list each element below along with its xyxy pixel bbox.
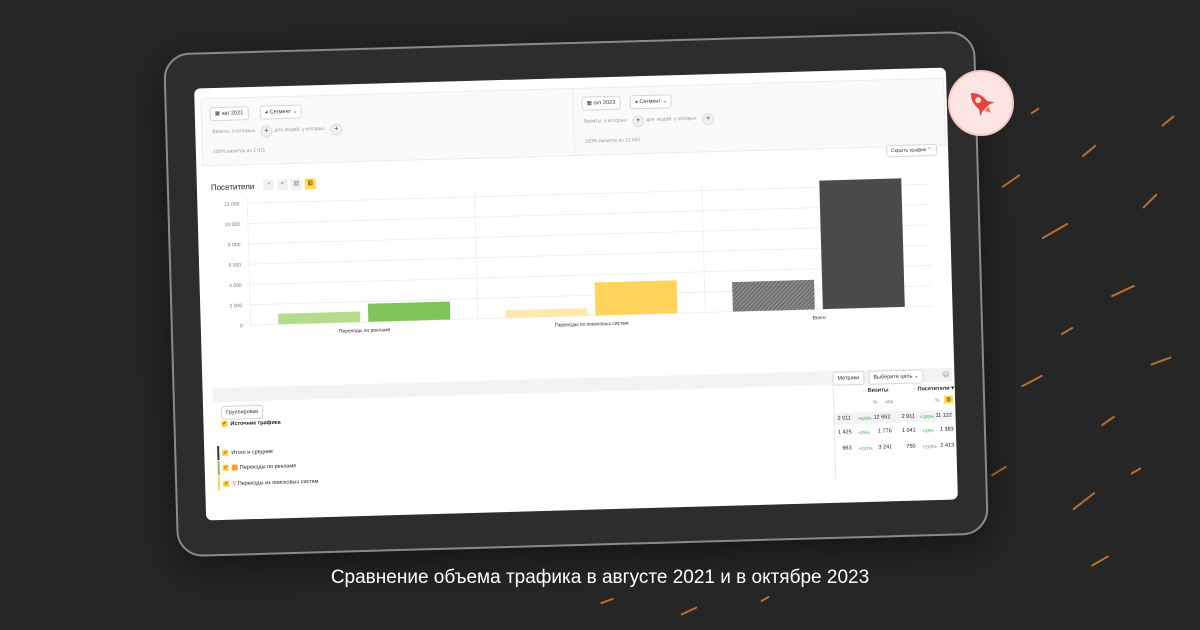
row-color-marker [217, 476, 221, 491]
table-row[interactable]: ✓ ⚲ Переходы из поисковых систем [223, 478, 319, 487]
col-pct-label: % [935, 397, 940, 405]
checkbox-icon[interactable]: ✓ [221, 420, 228, 427]
y-tick-label: 8 000 [228, 242, 241, 248]
hide-chart-button[interactable]: Скрыть график ⌃ [885, 143, 937, 158]
y-tick-label: 10 000 [225, 222, 241, 228]
metrica-screen: ▦ авг 2021 ◕ Сегмент ⌄ Визиты, в которых… [194, 67, 958, 521]
col-visitors-header[interactable]: ○ Посетители ▾ [913, 385, 954, 392]
row-visits-pct: +237% [858, 445, 873, 452]
ads-icon [231, 464, 238, 471]
column-divider [832, 384, 837, 480]
segment-panel-left: ▦ авг 2021 ◕ Сегмент ⌄ Визиты, в которых… [200, 87, 577, 167]
row-color-marker [217, 461, 220, 476]
table-row[interactable]: ✓ Итого и средние [222, 449, 273, 457]
checkbox-icon[interactable]: ✓ [223, 480, 230, 487]
bar-chart-toggle-icon[interactable]: ▥ [304, 178, 316, 190]
row-visitors-b: 2 413 [940, 442, 955, 449]
bar-2-b[interactable] [819, 178, 905, 310]
visits-condition-label: Визиты, в которых [584, 117, 627, 125]
bar-1-a[interactable] [505, 308, 588, 318]
segment-dropdown-left[interactable]: ◕ Сегмент ⌄ [259, 104, 303, 120]
checkbox-icon[interactable]: ✓ [222, 464, 229, 471]
sort-desc-icon: ▾ [949, 385, 955, 392]
row-visits-b: 1 776 [877, 428, 892, 435]
chevron-up-icon: ⌃ [925, 147, 932, 154]
chevron-down-icon: ⌄ [660, 98, 668, 105]
rocket-icon [971, 93, 995, 117]
people-condition-label: для людей, у которых [274, 125, 325, 134]
chevron-down-icon: ⌄ [912, 373, 919, 380]
row-visits-a: 1 425 [837, 429, 852, 436]
goal-select[interactable]: Выберите цель ⌄ [868, 369, 924, 385]
row-visitors-b: 1 383 [939, 426, 954, 433]
bar-0-b[interactable] [367, 301, 451, 322]
gridline [701, 184, 706, 313]
abs-toggle-icon[interactable]: ▥ [943, 395, 954, 404]
add-people-condition-button[interactable]: + [330, 123, 343, 136]
y-tick-label: 2 000 [230, 303, 243, 309]
add-visits-condition-button[interactable]: + [632, 115, 645, 128]
groupings-button[interactable]: Группировки [220, 404, 264, 420]
row-color-marker [217, 446, 220, 461]
tablet-frame: ▦ авг 2021 ◕ Сегмент ⌄ Визиты, в которых… [163, 30, 989, 558]
x-category-label: Переходы по рекламе [339, 327, 391, 334]
row-visitors-pct: +33% [921, 428, 934, 434]
col-visits-header[interactable]: ○ Визиты [863, 387, 889, 394]
x-category-label: Переходы из поисковых систем [555, 321, 629, 329]
source-header: ✓ Источник трафика [221, 419, 281, 428]
percent-visits-text: 100% визитов из 2 011 [212, 147, 266, 156]
y-tick-label: 0 [240, 323, 243, 329]
bar-1-b[interactable] [594, 280, 678, 316]
row-visits-b: 3 241 [878, 444, 893, 451]
bar-2-a[interactable] [732, 279, 815, 312]
people-condition-label: для людей, у которых [646, 115, 697, 123]
row-visits-pct: +25% [857, 429, 870, 436]
total-visitors-b: 11 122 [935, 412, 953, 420]
caption: Сравнение объема трафика в августе 2021 … [330, 567, 870, 588]
total-visits-pct: +529% [857, 415, 872, 422]
y-tick-label: 12 000 [224, 201, 240, 207]
metrics-button[interactable]: Метрики [832, 370, 865, 386]
total-visits-b: 12 652 [873, 414, 891, 421]
visits-condition-label: Визиты, в которых [212, 127, 256, 136]
segment-dropdown-right[interactable]: ◕ Сегмент ⌄ [629, 94, 673, 110]
percent-visits-text: 100% визитов из 12 652 [584, 137, 641, 145]
gridline [246, 197, 252, 326]
col-pct-label: % [873, 399, 878, 406]
date-picker-left[interactable]: ▦ авг 2021 [209, 106, 249, 122]
add-visits-condition-button[interactable]: + [260, 125, 273, 138]
row-visitors-pct: +223% [922, 443, 937, 450]
bar-chart: 0 2 000 4 000 6 000 8 000 10 000 12 000 Переход… [224, 178, 933, 335]
chevron-down-icon: ⌄ [291, 108, 298, 115]
total-visitors-a: 2 911 [901, 413, 915, 420]
col-abs-label: abs [885, 399, 894, 406]
total-visitors-pct: +335% [919, 414, 934, 420]
y-tick-label: 6 000 [228, 262, 241, 268]
add-people-condition-button[interactable]: + [702, 113, 715, 126]
pie-chart-toggle-icon[interactable]: ◔ [262, 179, 274, 191]
line-chart-toggle-icon[interactable]: ≈ [276, 179, 288, 191]
table-view-toggle-icon[interactable]: ▤ [290, 178, 302, 190]
row-visitors-a: 1 041 [901, 427, 916, 434]
rocket-badge [948, 70, 1014, 136]
gridline [474, 190, 479, 319]
total-visits-a: 2 011 [837, 415, 852, 422]
x-category-label: Всего [812, 315, 825, 321]
row-visits-a: 963 [842, 445, 852, 452]
row-visitors-a: 750 [906, 443, 916, 450]
date-picker-right[interactable]: ▦ окт 2023 [581, 95, 621, 111]
y-tick-label: 4 000 [229, 283, 242, 289]
table-row[interactable]: ✓ Переходы по рекламе [222, 463, 296, 472]
report-table: Метрики Выберите цель ⌄ ✕ Группировки ○ … [212, 367, 955, 514]
checkbox-icon[interactable]: ✓ [222, 449, 229, 456]
